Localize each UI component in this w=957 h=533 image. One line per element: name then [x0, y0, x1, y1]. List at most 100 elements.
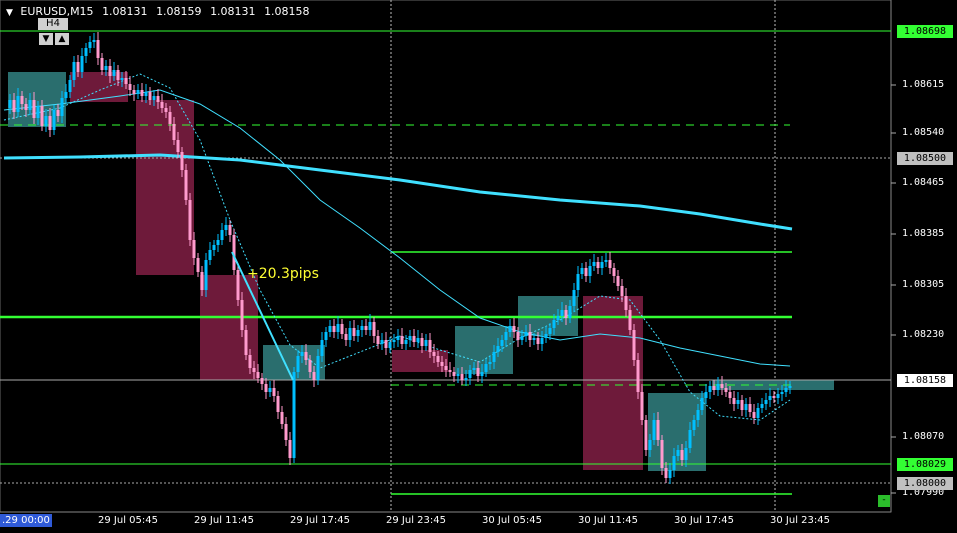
- candle-body: [148, 92, 152, 100]
- candle-body: [280, 412, 284, 424]
- candle-body: [168, 112, 172, 124]
- h4-box: [455, 326, 513, 374]
- candle-body: [588, 266, 592, 276]
- time-label-first: .29 00:00: [0, 514, 52, 527]
- candle-body: [320, 340, 324, 356]
- candle-body: [100, 58, 104, 70]
- candle-body: [500, 340, 504, 346]
- candle-body: [780, 392, 784, 394]
- candle-body: [132, 90, 136, 94]
- candle-body: [460, 374, 464, 380]
- candle-body: [340, 324, 344, 334]
- candle-body: [624, 296, 628, 310]
- candle-body: [184, 170, 188, 200]
- candle-body: [92, 40, 96, 42]
- price-label: 1.08305: [902, 279, 945, 290]
- candle-body: [540, 338, 544, 344]
- candle-body: [608, 260, 612, 268]
- candle-body: [636, 360, 640, 392]
- candle-body: [548, 328, 552, 334]
- candle-body: [16, 96, 20, 112]
- candle-body: [632, 330, 636, 360]
- price-label: 1.08615: [902, 79, 945, 90]
- candle-body: [612, 268, 616, 276]
- time-label: 29 Jul 17:45: [290, 515, 350, 526]
- candle-body: [764, 400, 768, 404]
- candle-body: [40, 106, 44, 126]
- candle-body: [72, 62, 76, 80]
- candle-body: [144, 92, 148, 96]
- candle-body: [736, 400, 740, 404]
- candle-body: [424, 340, 428, 346]
- candle-body: [452, 372, 456, 376]
- candle-body: [312, 372, 316, 380]
- candle-body: [552, 320, 556, 328]
- candle-body: [728, 392, 732, 398]
- candle-body: [712, 386, 716, 390]
- candle-body: [684, 448, 688, 460]
- candle-body: [104, 66, 108, 70]
- candle-body: [564, 310, 568, 318]
- candle-body: [448, 370, 452, 372]
- candle-body: [336, 324, 340, 332]
- time-label: 29 Jul 23:45: [386, 515, 446, 526]
- candle-body: [236, 270, 240, 300]
- scroll-down-button[interactable]: ▼: [39, 33, 53, 45]
- candle-body: [644, 420, 648, 450]
- candle-body: [268, 388, 272, 392]
- candle-body: [360, 326, 364, 330]
- candle-body: [136, 90, 140, 94]
- candle-body: [292, 372, 296, 458]
- chart-canvas[interactable]: [0, 0, 957, 533]
- candle-body: [384, 340, 388, 348]
- candle-body: [28, 100, 32, 110]
- candle-body: [484, 364, 488, 372]
- ohlc-values: 1.08131 1.08159 1.08131 1.08158: [97, 5, 310, 18]
- candle-body: [88, 42, 92, 48]
- candle-body: [512, 326, 516, 332]
- candle-body: [160, 102, 164, 108]
- candle-body: [180, 152, 184, 170]
- pips-annotation[interactable]: +20.3pips: [247, 266, 319, 282]
- candle-body: [504, 332, 508, 340]
- candle-body: [12, 100, 16, 112]
- candle-body: [596, 262, 600, 268]
- candle-body: [276, 396, 280, 412]
- candle-body: [140, 90, 144, 96]
- candle-body: [696, 410, 700, 420]
- candle-body: [116, 70, 120, 80]
- candle-body: [332, 326, 336, 332]
- candle-body: [192, 240, 196, 258]
- candle-body: [156, 96, 160, 102]
- candle-body: [52, 110, 56, 130]
- candle-body: [396, 336, 400, 340]
- candle-body: [308, 360, 312, 372]
- candle-body: [440, 362, 444, 366]
- candle-body: [68, 80, 72, 92]
- candle-body: [752, 412, 756, 418]
- candle-body: [388, 342, 392, 348]
- h4-box: [583, 296, 643, 470]
- scroll-up-button[interactable]: ▲: [55, 33, 69, 45]
- candle-body: [64, 92, 68, 98]
- menu-arrow-icon[interactable]: ▼: [6, 8, 13, 18]
- corner-button[interactable]: -: [878, 495, 890, 507]
- candle-body: [272, 388, 276, 396]
- candle-body: [732, 398, 736, 404]
- candle-body: [176, 140, 180, 152]
- candle-body: [668, 470, 672, 478]
- candle-body: [212, 245, 216, 250]
- price-ticks: [891, 84, 896, 494]
- candle-body: [464, 378, 468, 380]
- timeframe-button[interactable]: H4: [38, 18, 68, 30]
- candle-body: [616, 276, 620, 286]
- candle-body: [380, 340, 384, 344]
- candle-body: [628, 310, 632, 330]
- candle-body: [768, 396, 772, 400]
- candle-body: [572, 290, 576, 306]
- candle-body: [400, 336, 404, 344]
- candle-body: [84, 48, 88, 56]
- candle-body: [392, 340, 396, 342]
- candle-body: [364, 326, 368, 330]
- candle-body: [48, 116, 52, 130]
